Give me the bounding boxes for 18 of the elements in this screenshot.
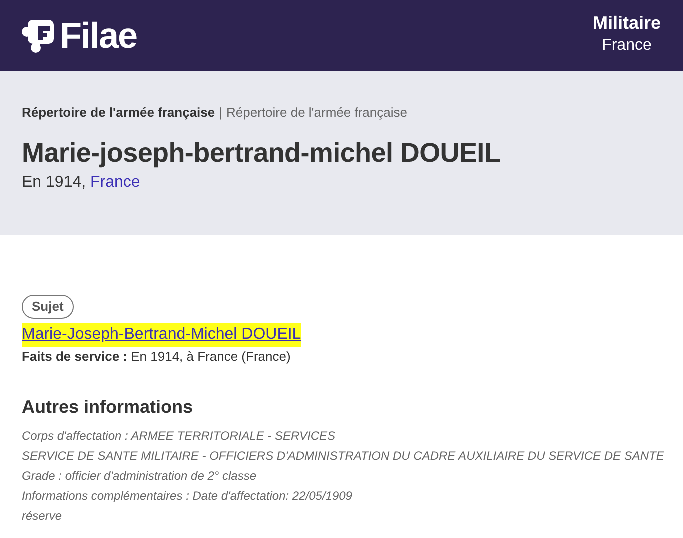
breadcrumb-separator: | [219,104,223,122]
logo-icon [22,18,56,54]
record-title: Marie-joseph-bertrand-michel DOUEIL [22,136,502,169]
breadcrumb-item: Répertoire de l'armée française [226,104,408,122]
info-line: réserve [22,508,64,526]
category-label: Militaire [592,12,661,34]
service-text: Faits de service : En 1914, à France (France) [22,348,292,366]
place-link[interactable]: France [90,170,140,195]
info-line: Corps d'affectation : ARMEE TERRITORIALE - SERVICES [22,428,337,446]
info-line: Grade : officier d'administration de 2° classe [22,468,258,486]
subject-name-link[interactable]: Marie-Joseph-Bertrand-Michel DOUEIL [22,323,302,347]
role-badge: Sujet [22,295,74,318]
subtitle-text: En 1914, [22,172,86,193]
country-label: France [601,36,653,56]
logo[interactable]: Filae [22,18,138,54]
section-heading: Autres informations [22,396,194,418]
breadcrumb-item: Répertoire de l'armée française [22,104,216,122]
info-line: Informations complémentaires : Date d'affectation: 22/05/1909 [22,488,354,506]
